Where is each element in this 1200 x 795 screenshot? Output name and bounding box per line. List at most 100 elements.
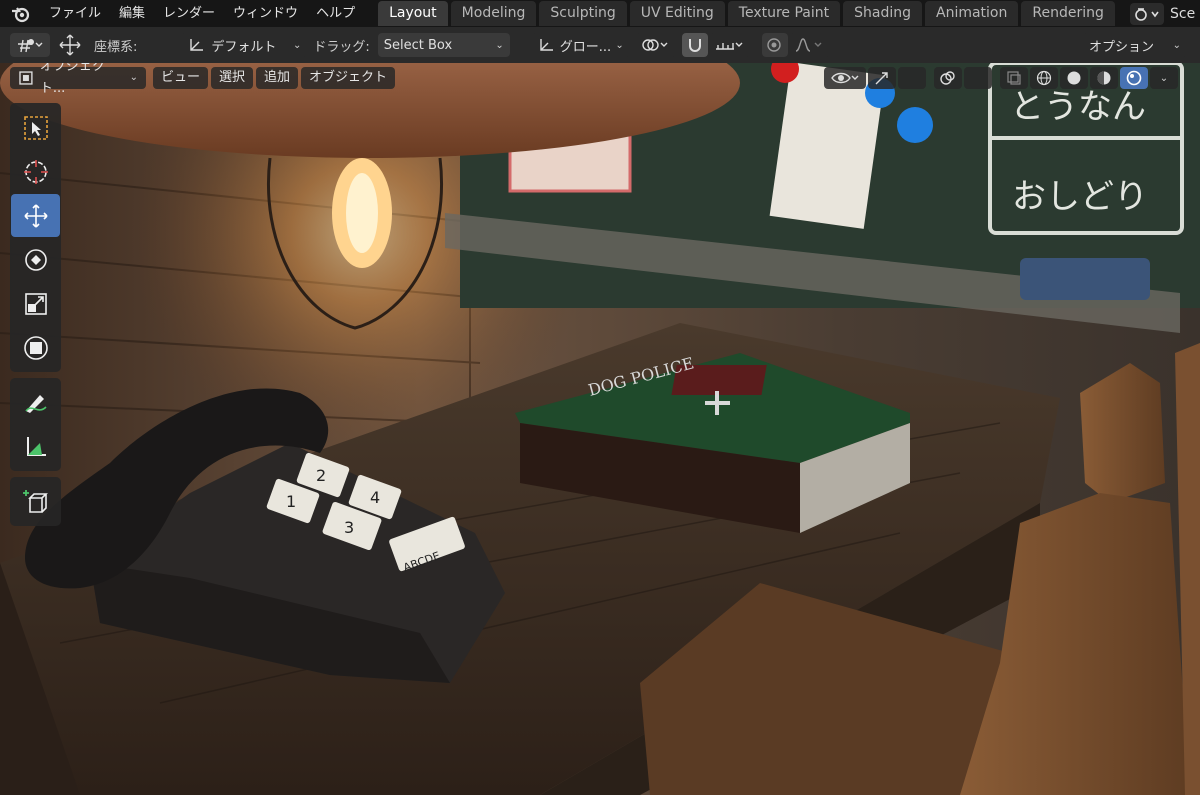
rendered-sphere-icon xyxy=(1126,70,1142,86)
chevron-down-icon: ⌄ xyxy=(293,39,302,51)
orientation-label: 座標系: xyxy=(94,39,138,55)
overlays-toggle[interactable] xyxy=(934,67,962,89)
gizmo-toggle[interactable] xyxy=(868,67,896,89)
proportional-falloff-dropdown[interactable] xyxy=(789,33,830,57)
menu-window[interactable]: ウィンドウ xyxy=(224,0,307,27)
rotate-icon xyxy=(24,248,47,271)
phone-key-label-4: 4 xyxy=(370,488,380,507)
chevron-down-icon: ⌄ xyxy=(615,39,624,51)
chevron-down-icon: ⌄ xyxy=(495,39,504,51)
select-box-icon xyxy=(23,115,48,140)
tool-icon xyxy=(18,39,43,53)
tab-sculpting[interactable]: Sculpting xyxy=(539,1,627,26)
visibility-dropdown[interactable] xyxy=(824,67,866,89)
tab-texture-paint[interactable]: Texture Paint xyxy=(727,1,841,26)
eye-icon xyxy=(831,72,859,84)
menu-edit[interactable]: 編集 xyxy=(110,0,154,27)
blue-pin-2 xyxy=(897,107,933,143)
material-sphere-icon xyxy=(1097,71,1111,85)
transform-orientation-dropdown[interactable]: グロー... ⌄ xyxy=(531,33,630,57)
cursor-icon xyxy=(23,159,48,184)
menu-render[interactable]: レンダー xyxy=(154,0,224,27)
mode-dropdown[interactable]: オブジェクト... ⌄ xyxy=(10,63,146,96)
menu-view[interactable]: ビュー xyxy=(153,67,209,89)
cursor-tool[interactable] xyxy=(11,150,60,193)
move-tool[interactable] xyxy=(11,194,60,237)
tab-animation[interactable]: Animation xyxy=(925,1,1019,26)
scene-name[interactable]: Sce xyxy=(1170,6,1200,22)
drag-value: Select Box xyxy=(383,37,453,53)
tab-rendering[interactable]: Rendering xyxy=(1021,1,1115,26)
options-dropdown[interactable]: オプション ⌄ xyxy=(1083,33,1187,57)
mode-value: オブジェクト... xyxy=(39,63,105,96)
drag-label: ドラッグ: xyxy=(313,39,370,55)
snap-target-dropdown[interactable] xyxy=(709,33,750,57)
eraser xyxy=(1020,258,1150,300)
proportional-edit-icon xyxy=(767,38,781,52)
main-menu: ファイル 編集 レンダー ウィンドウ ヘルプ xyxy=(40,0,364,27)
viewport-header: オブジェクト... ⌄ ビュー 選択 追加 オブジェクト xyxy=(10,63,398,96)
move-icon xyxy=(23,203,48,228)
options-label: オプション xyxy=(1089,39,1155,55)
shading-solid[interactable] xyxy=(1060,67,1088,89)
annotate-tool[interactable] xyxy=(11,381,60,424)
menu-select[interactable]: 選択 xyxy=(211,67,254,89)
phone-key-label-2: 2 xyxy=(316,466,326,485)
pivot-point-icon xyxy=(642,39,668,51)
scene-browse-button[interactable] xyxy=(1130,2,1164,25)
add-cube-tool[interactable] xyxy=(11,480,60,523)
shading-dropdown[interactable]: ⌄ xyxy=(1150,67,1178,89)
tab-uv-editing[interactable]: UV Editing xyxy=(629,1,725,26)
wireframe-sphere-icon xyxy=(1036,70,1052,86)
orientation-dropdown[interactable]: デフォルト ⌄ xyxy=(181,33,308,57)
blender-logo-icon[interactable] xyxy=(10,3,32,25)
tab-layout[interactable]: Layout xyxy=(378,1,448,26)
annotate-icon xyxy=(24,394,47,413)
xray-icon xyxy=(1007,71,1021,85)
transform-tool[interactable] xyxy=(11,326,60,369)
pivot-point-dropdown[interactable] xyxy=(635,33,676,57)
object-mode-icon xyxy=(19,71,33,85)
chevron-down-icon: ⌄ xyxy=(1172,39,1181,51)
add-cube-icon xyxy=(22,489,48,513)
scene-selector-area: Sce xyxy=(1130,0,1200,27)
proportional-edit-toggle[interactable] xyxy=(761,33,788,57)
falloff-curve-icon xyxy=(795,38,822,52)
menu-add[interactable]: 追加 xyxy=(256,67,299,89)
magnet-icon xyxy=(688,39,701,52)
select-box-tool[interactable] xyxy=(11,106,60,149)
orientation-value: デフォルト xyxy=(211,39,277,55)
menu-help[interactable]: ヘルプ xyxy=(307,0,364,27)
scale-icon xyxy=(24,292,47,315)
overlays-dropdown[interactable] xyxy=(964,67,992,89)
workspace-tabs: Layout Modeling Sculpting UV Editing Tex… xyxy=(378,0,1118,27)
menu-object[interactable]: オブジェクト xyxy=(301,67,396,89)
move-gizmo-icon[interactable] xyxy=(56,33,84,57)
gizmo-dropdown[interactable] xyxy=(898,67,926,89)
viewport-display-controls: ⌄ xyxy=(822,67,1178,89)
rotate-tool[interactable] xyxy=(11,238,60,281)
add-tools-group xyxy=(10,477,61,526)
solid-sphere-icon xyxy=(1067,71,1081,85)
phone-key-label-3: 3 xyxy=(344,518,354,537)
tool-settings-button[interactable] xyxy=(10,33,50,57)
annotate-tools-group xyxy=(10,378,61,471)
measure-tool[interactable] xyxy=(11,425,60,468)
xray-toggle[interactable] xyxy=(1000,67,1028,89)
3d-viewport[interactable]: とうなん おしどり DOG POLICE 2 1 4 3 ABCDE オブジェク… xyxy=(0,63,1200,795)
transform-orientation-value: グロー... xyxy=(559,39,612,55)
menu-file[interactable]: ファイル xyxy=(40,0,110,27)
shading-material-preview[interactable] xyxy=(1090,67,1118,89)
shading-rendered[interactable] xyxy=(1120,67,1148,89)
snap-toggle[interactable] xyxy=(681,33,708,57)
drag-dropdown[interactable]: Select Box ⌄ xyxy=(377,33,510,57)
transform-tools-group xyxy=(10,103,61,372)
measure-icon xyxy=(26,436,46,456)
top-bar: ファイル 編集 レンダー ウィンドウ ヘルプ Layout Modeling S… xyxy=(0,0,1200,27)
tab-shading[interactable]: Shading xyxy=(843,1,922,26)
shading-wireframe[interactable] xyxy=(1030,67,1058,89)
scale-tool[interactable] xyxy=(11,282,60,325)
phone-key-label-1: 1 xyxy=(286,492,296,511)
blackboard-text-2: おしどり xyxy=(1012,177,1148,217)
tab-modeling[interactable]: Modeling xyxy=(450,1,537,26)
